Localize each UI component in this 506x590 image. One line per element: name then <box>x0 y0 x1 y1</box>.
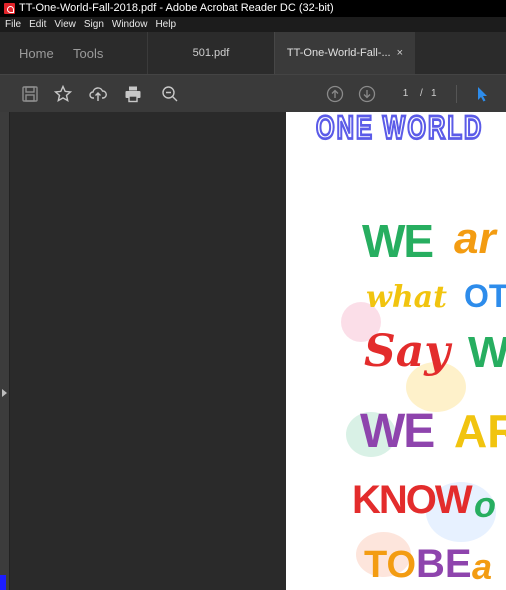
poster-word-ar-2: AR <box>454 405 506 457</box>
menu-bar: File Edit View Sign Window Help <box>0 17 506 32</box>
menu-sign[interactable]: Sign <box>80 17 108 32</box>
menu-file[interactable]: File <box>0 17 25 32</box>
poster-word-be: BE <box>416 542 472 586</box>
tab-document-label: TT-One-World-Fall-... <box>286 47 391 59</box>
menu-window[interactable]: Window <box>108 17 152 32</box>
expand-pane-arrow-icon[interactable] <box>2 389 7 397</box>
menu-help[interactable]: Help <box>151 17 180 32</box>
poster-word-o: o <box>474 484 496 525</box>
window-title: TT-One-World-Fall-2018.pdf - Adobe Acrob… <box>19 2 334 14</box>
tab-tools[interactable]: Tools <box>62 32 147 74</box>
left-edge-marker <box>0 575 6 590</box>
print-icon[interactable] <box>123 84 143 104</box>
poster-word-to: TO <box>364 544 417 586</box>
page-separator: / <box>420 88 423 99</box>
select-cursor-icon[interactable] <box>472 84 492 104</box>
poster-word-what: what <box>366 280 447 315</box>
poster-word-say: Say <box>364 326 450 377</box>
toolbar-divider <box>456 85 457 103</box>
poster-artwork: WE ar what OT Say W WE AR KNOW o TO BE a <box>286 112 506 590</box>
page-down-icon[interactable] <box>357 84 377 104</box>
document-header-text: ONE WORLD <box>315 112 484 148</box>
title-bar: TT-One-World-Fall-2018.pdf - Adobe Acrob… <box>0 0 506 17</box>
total-pages: 1 <box>431 88 437 99</box>
poster-word-ar: ar <box>454 214 496 263</box>
tab-home[interactable]: Home <box>0 32 62 74</box>
poster-word-we-2: WE <box>360 405 435 458</box>
tab-bar: Home Tools 501.pdf TT-One-World-Fall-...… <box>0 32 506 74</box>
save-icon[interactable] <box>20 84 40 104</box>
menu-view[interactable]: View <box>50 17 80 32</box>
poster-word-we: WE <box>362 215 434 267</box>
pdf-page[interactable]: WE ar what OT Say W WE AR KNOW o TO BE a… <box>286 112 506 590</box>
tab-bar-empty <box>415 32 506 74</box>
tab-document-501[interactable]: 501.pdf <box>147 32 274 74</box>
upload-cloud-icon[interactable] <box>88 84 108 104</box>
current-page-input[interactable]: 1 <box>398 86 413 102</box>
tab-document-active[interactable]: TT-One-World-Fall-... × <box>274 32 415 74</box>
left-navigation-pane[interactable] <box>0 112 10 590</box>
acrobat-app-icon <box>4 3 15 14</box>
poster-word-ot: OT <box>464 278 506 314</box>
poster-word-a: a <box>472 546 493 587</box>
close-tab-icon[interactable]: × <box>397 47 403 59</box>
zoom-out-icon[interactable] <box>160 84 180 104</box>
toolbar: 1 / 1 <box>0 74 506 112</box>
star-icon[interactable] <box>53 84 73 104</box>
page-up-icon[interactable] <box>325 84 345 104</box>
poster-word-w: W <box>468 328 506 377</box>
menu-edit[interactable]: Edit <box>25 17 50 32</box>
poster-word-know: KNOW <box>352 478 473 522</box>
